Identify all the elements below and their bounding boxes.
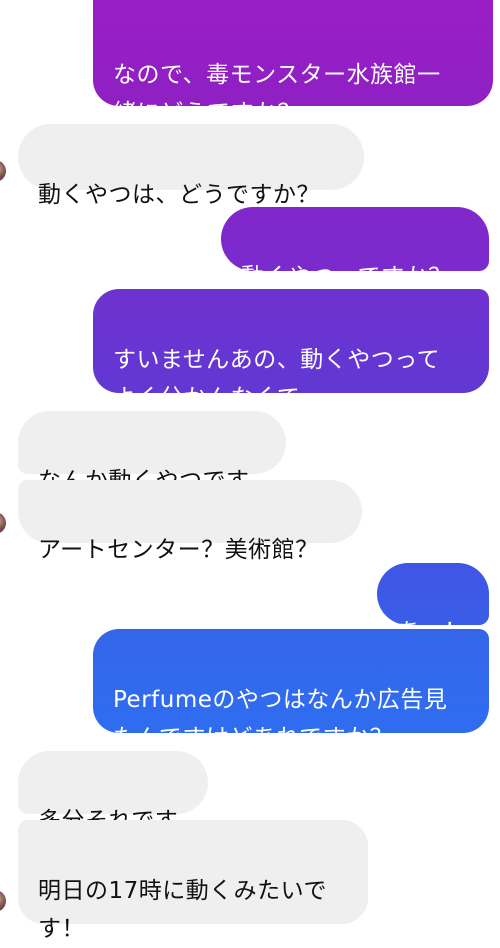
message-bubble-outgoing[interactable]: なので、毒モンスター水族館一 緒にどうですか？ [93, 0, 493, 126]
message-bubble-outgoing[interactable]: 動くやつ、ですか？ [221, 207, 489, 290]
message-text: 動くやつは、どうですか？ [38, 182, 320, 208]
message-text: Perfumeのやつはなんか広告見 たんですけどあれですか？ [113, 687, 448, 751]
contact-avatar[interactable] [0, 160, 6, 182]
message-text: すいませんあの、動くやつって よく分かんなくて...... [113, 347, 441, 411]
contact-avatar[interactable] [0, 512, 6, 534]
message-text: 動くやつ、ですか？ [241, 264, 452, 290]
message-text: なので、毒モンスター水族館一 緒にどうですか？ [113, 62, 441, 126]
message-bubble-outgoing[interactable]: Perfumeのやつはなんか広告見 たんですけどあれですか？ [93, 629, 489, 751]
message-text: アートセンター？美術館？ [38, 537, 319, 563]
message-bubble-incoming[interactable]: 多分それです [18, 751, 208, 834]
message-bubble-incoming[interactable]: アートセンター？美術館？ [18, 480, 362, 563]
message-bubble-incoming[interactable]: 動くやつは、どうですか？ [18, 124, 364, 208]
message-bubble-outgoing[interactable]: すいませんあの、動くやつって よく分かんなくて...... [93, 289, 489, 411]
contact-avatar[interactable] [0, 890, 6, 912]
message-bubble-incoming[interactable]: 明日の17時に動くみたいで す！ [18, 820, 368, 942]
message-bubble-outgoing[interactable]: あー！ [377, 563, 489, 645]
message-text: 明日の17時に動くみたいで す！ [38, 878, 327, 942]
message-bubble-incoming[interactable]: なんか動くやつです [18, 411, 286, 494]
